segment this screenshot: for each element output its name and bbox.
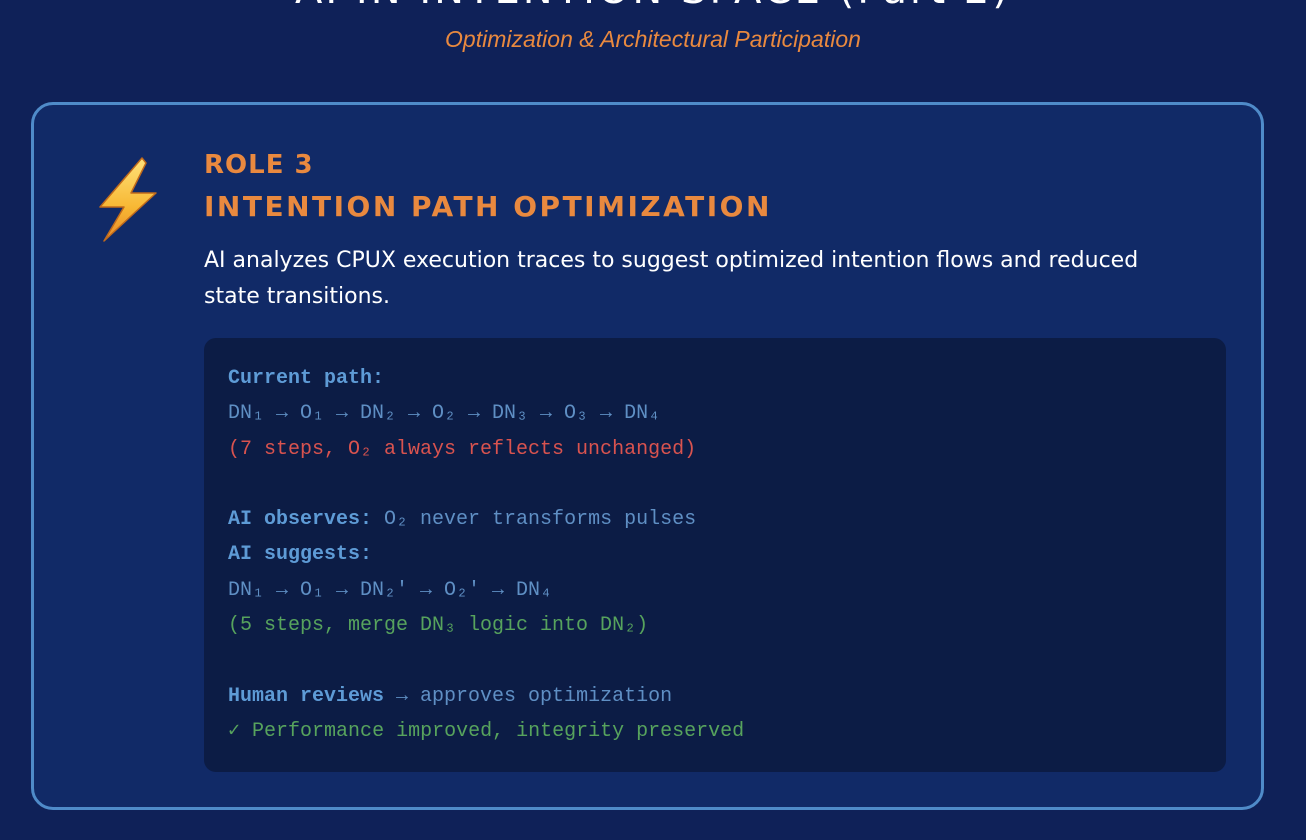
code-line-suggests: AI suggests:	[228, 537, 1202, 572]
role-title: INTENTION PATH OPTIMIZATION	[204, 190, 772, 223]
current-path: DN₁ → O₁ → DN₂ → O₂ → DN₃ → O₃ → DN₄	[228, 402, 661, 426]
observes-label: AI observes:	[228, 508, 373, 532]
observes-text: O₂ never transforms pulses	[372, 508, 697, 532]
role-card: ROLE 3 INTENTION PATH OPTIMIZATION AI an…	[31, 102, 1264, 810]
page-title: AI IN INTENTION SPACE (Part 2)	[0, 0, 1306, 10]
role-description: AI analyzes CPUX execution traces to sug…	[204, 248, 1139, 309]
review-label: Human reviews	[228, 684, 385, 708]
page-subtitle: Optimization & Architectural Participati…	[445, 26, 861, 52]
review-text: → approves optimization	[384, 684, 673, 708]
suggested-path-note: (5 steps, merge DN₃ logic into DN₂)	[228, 614, 649, 638]
code-block: Current path: DN₁ → O₁ → DN₂ → O₂ → DN₃ …	[204, 338, 1226, 772]
current-path-note: (7 steps, O₂ always reflects unchanged)	[228, 437, 697, 461]
suggests-label: AI suggests:	[228, 543, 373, 567]
role-number: ROLE 3	[204, 150, 314, 180]
code-line-review: Human reviews → approves optimization	[228, 679, 1202, 714]
code-line-observes: AI observes: O₂ never transforms pulses	[228, 502, 1202, 537]
current-path-label: Current path:	[228, 367, 385, 390]
code-line-current-label: Current path:	[228, 361, 1202, 396]
result-line: ✓ Performance improved, integrity preser…	[228, 719, 745, 743]
lightning-bolt-icon	[99, 157, 157, 242]
suggested-path: DN₁ → O₁ → DN₂' → O₂' → DN₄	[228, 578, 553, 602]
